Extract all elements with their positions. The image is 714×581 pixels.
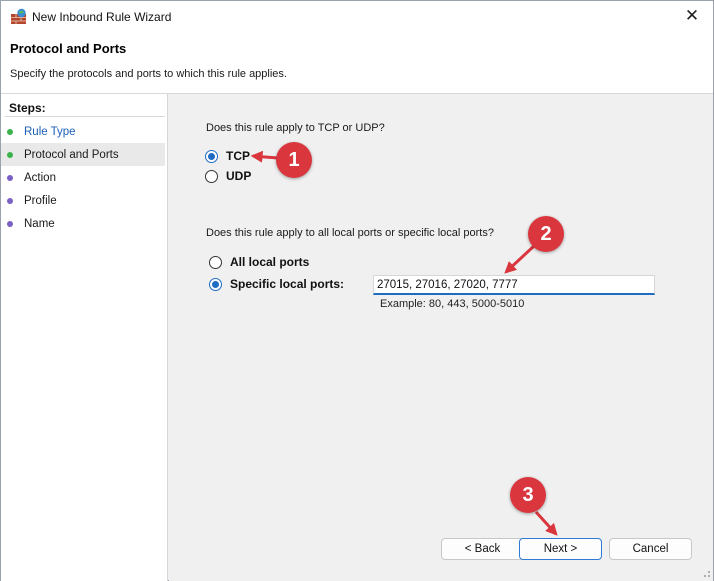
local-ports-input[interactable] — [373, 275, 655, 295]
back-button[interactable]: < Back — [441, 538, 524, 560]
step-action[interactable]: Action — [1, 166, 165, 189]
step-profile[interactable]: Profile — [1, 189, 165, 212]
page-title: Protocol and Ports — [10, 41, 127, 56]
step-label: Profile — [24, 194, 57, 207]
main-content: Does this rule apply to TCP or UDP? TCP … — [169, 94, 713, 581]
udp-label: UDP — [226, 169, 252, 183]
steps-sidebar: Steps: Rule Type Protocol and Ports Acti… — [1, 94, 168, 581]
step-status-icon — [7, 128, 13, 135]
annotation-badge-3: 3 — [510, 477, 546, 513]
close-button[interactable]: ✕ — [677, 5, 707, 27]
ports-example-hint: Example: 80, 443, 5000-5010 — [380, 298, 525, 310]
firewall-icon — [11, 8, 26, 24]
step-status-icon — [7, 174, 13, 181]
steps-title: Steps: — [9, 101, 46, 115]
close-icon: ✕ — [684, 6, 700, 25]
radio-unselected-icon — [209, 255, 222, 269]
wizard-window: New Inbound Rule Wizard ✕ Protocol and P… — [0, 0, 714, 581]
ports-question: Does this rule apply to all local ports … — [206, 227, 494, 239]
page-subtitle: Specify the protocols and ports to which… — [10, 68, 287, 80]
resize-grip-icon[interactable] — [701, 568, 711, 578]
title-bar[interactable]: New Inbound Rule Wizard ✕ — [1, 1, 713, 32]
specific-local-ports-label: Specific local ports: — [230, 277, 345, 291]
radio-unselected-icon — [205, 169, 218, 183]
specific-local-ports-radio[interactable]: Specific local ports: — [209, 277, 344, 291]
annotation-badge-2: 2 — [528, 216, 564, 252]
annotation-badge-1: 1 — [276, 142, 312, 178]
step-status-icon — [7, 220, 13, 227]
step-label: Rule Type — [24, 125, 76, 138]
tcp-radio[interactable]: TCP — [205, 149, 250, 163]
radio-selected-icon — [209, 277, 222, 291]
cancel-button[interactable]: Cancel — [609, 538, 692, 560]
radio-selected-icon — [205, 149, 218, 163]
udp-radio[interactable]: UDP — [205, 169, 251, 183]
tcp-label: TCP — [226, 149, 250, 163]
step-status-icon — [7, 197, 13, 204]
next-button[interactable]: Next > — [519, 538, 602, 560]
steps-divider — [5, 116, 165, 117]
step-label: Action — [24, 171, 56, 184]
step-protocol-and-ports[interactable]: Protocol and Ports — [1, 143, 165, 166]
step-label: Name — [24, 217, 55, 230]
step-rule-type[interactable]: Rule Type — [1, 120, 165, 143]
all-local-ports-label: All local ports — [230, 255, 310, 269]
window-title: New Inbound Rule Wizard — [32, 10, 172, 24]
protocol-question: Does this rule apply to TCP or UDP? — [206, 122, 385, 134]
all-local-ports-radio[interactable]: All local ports — [209, 255, 309, 269]
step-status-icon — [7, 151, 13, 158]
page-header: Protocol and Ports Specify the protocols… — [1, 32, 713, 94]
step-name[interactable]: Name — [1, 212, 165, 235]
step-label: Protocol and Ports — [24, 148, 119, 161]
